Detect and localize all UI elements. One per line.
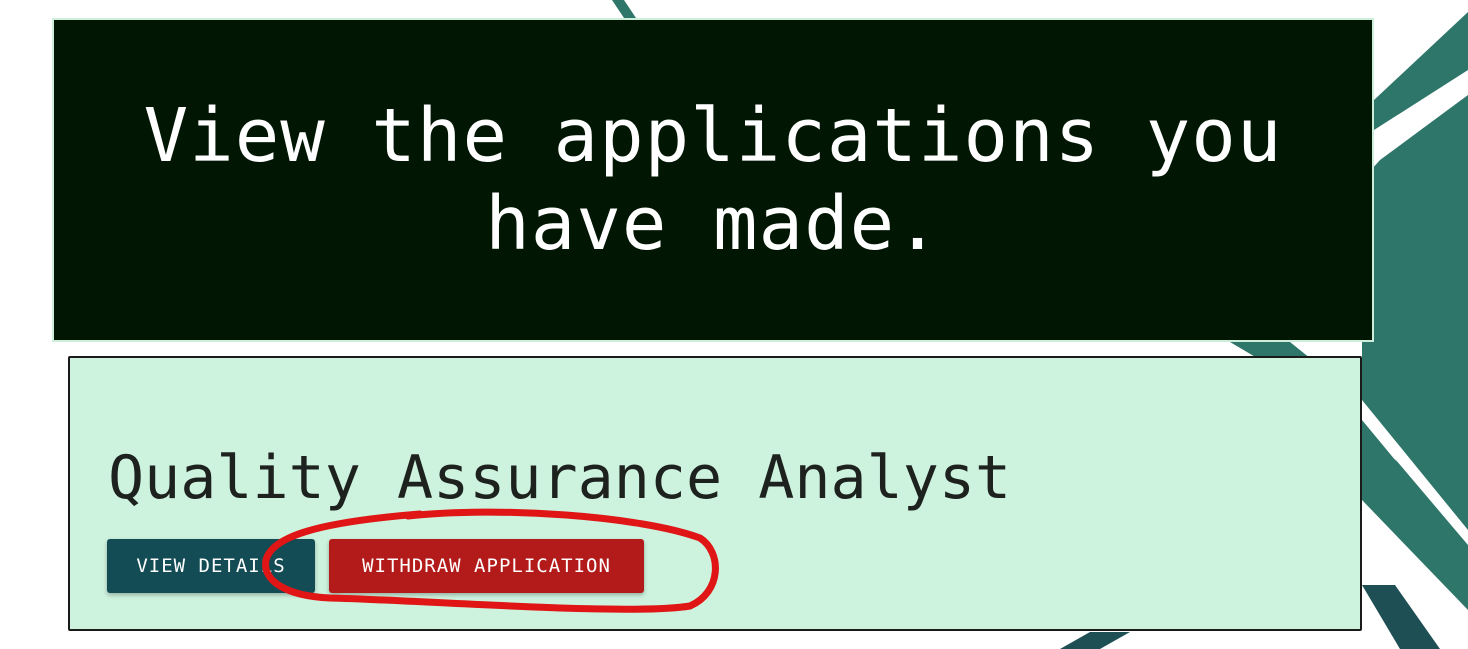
background-stripe: [612, 0, 636, 18]
view-details-button[interactable]: View Details: [107, 539, 315, 593]
withdraw-application-button[interactable]: Withdraw Application: [329, 539, 644, 593]
background-stripe: [1362, 585, 1440, 649]
page-title: View the applications you have made.: [143, 93, 1283, 267]
job-title: Quality Assurance Analyst: [108, 443, 1012, 513]
background-stripe: [1060, 632, 1130, 649]
application-card: Quality Assurance Analyst View Details W…: [68, 356, 1362, 631]
hero-banner: View the applications you have made.: [52, 18, 1374, 342]
